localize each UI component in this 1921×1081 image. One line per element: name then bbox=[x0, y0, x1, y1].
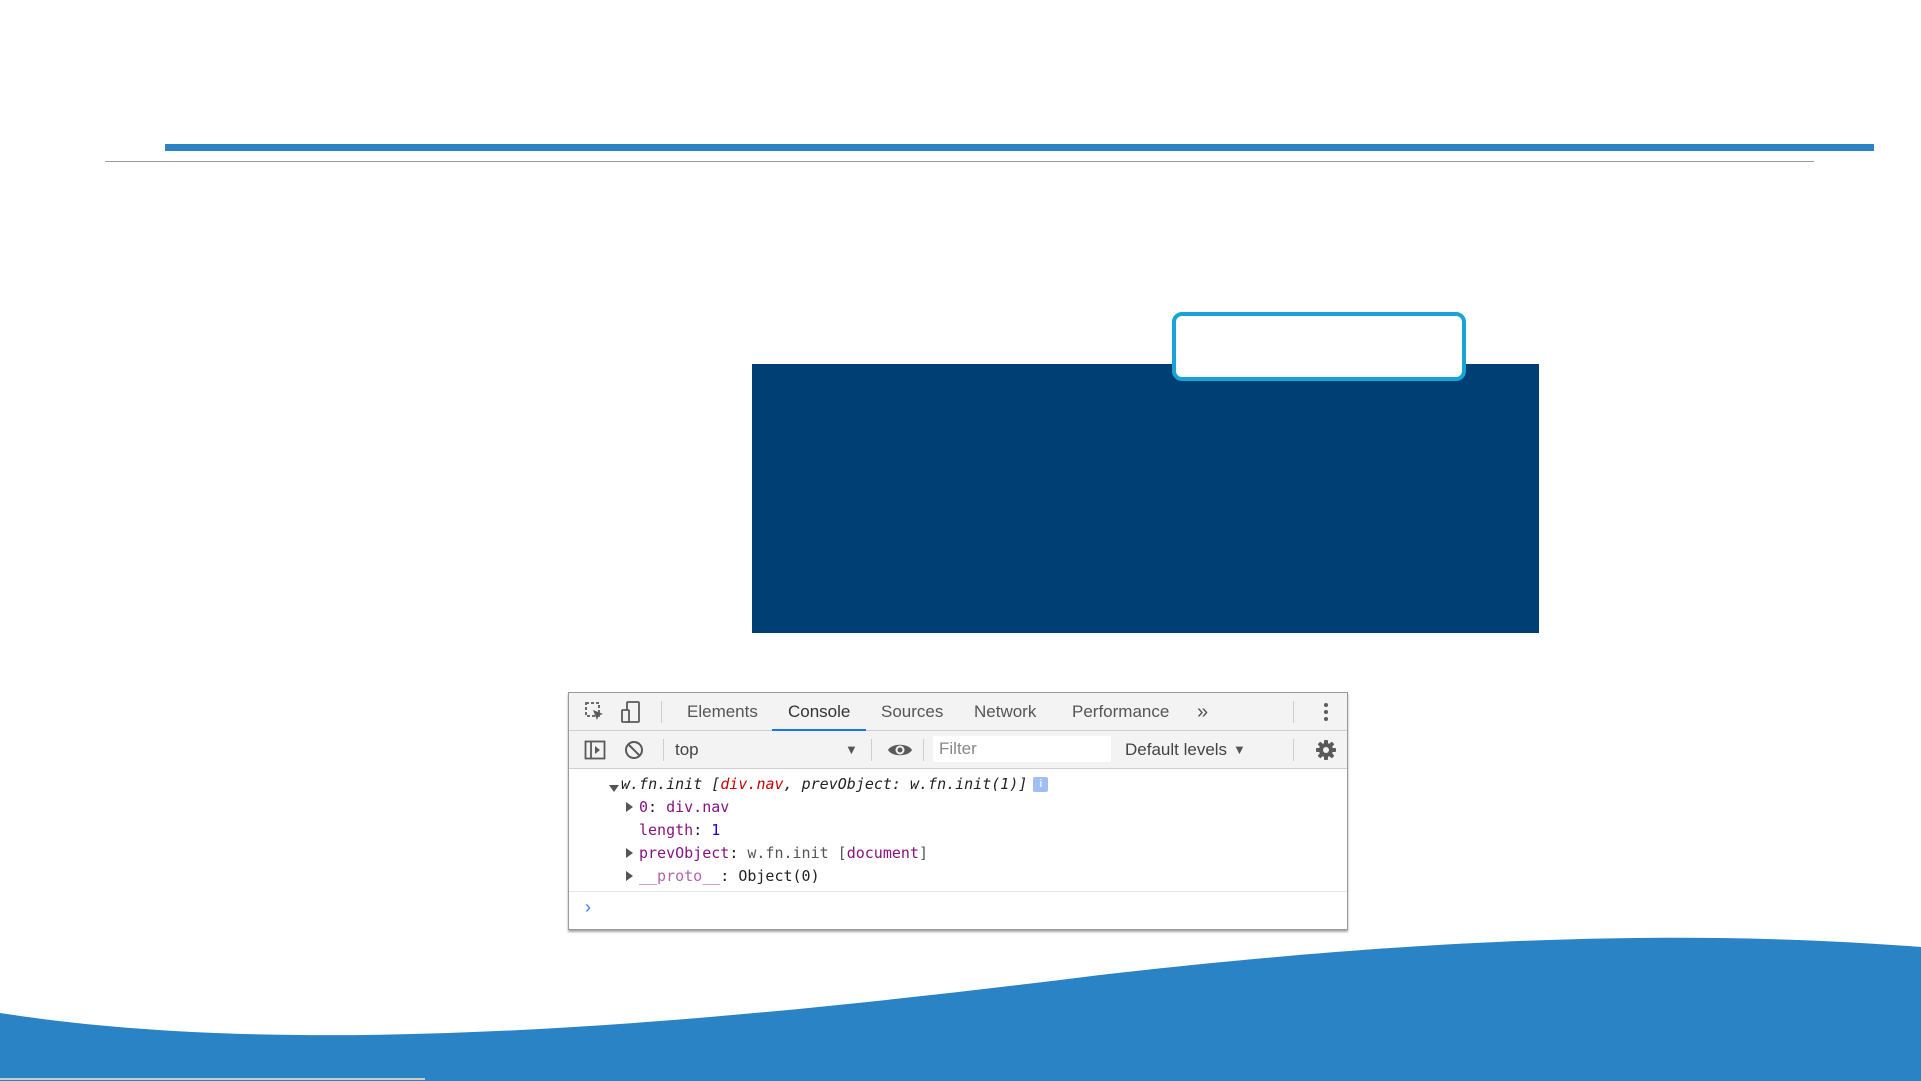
eye-icon[interactable] bbox=[887, 739, 913, 761]
context-selector[interactable]: top bbox=[675, 731, 699, 769]
expand-toggle-icon[interactable] bbox=[626, 871, 633, 881]
more-tabs-button[interactable]: » bbox=[1197, 693, 1208, 731]
inspect-element-icon[interactable] bbox=[583, 701, 607, 723]
console-line-property[interactable]: prevObject: w.fn.init [document] bbox=[639, 843, 928, 863]
expand-toggle-icon[interactable] bbox=[626, 848, 633, 858]
context-dropdown-icon[interactable]: ▼ bbox=[845, 731, 858, 769]
levels-dropdown-icon[interactable]: ▼ bbox=[1233, 731, 1246, 769]
expand-toggle-icon[interactable] bbox=[609, 785, 619, 792]
log-levels-dropdown[interactable]: Default levels bbox=[1125, 731, 1227, 769]
devtools-tab-bar: Elements Console Sources Network Perform… bbox=[569, 693, 1347, 732]
highlight-callout bbox=[1172, 312, 1466, 381]
console-filter-input[interactable] bbox=[933, 736, 1111, 762]
info-icon[interactable]: i bbox=[1033, 777, 1049, 792]
gear-icon[interactable] bbox=[1314, 738, 1338, 762]
device-toolbar-icon[interactable] bbox=[619, 700, 643, 724]
nav-preview-panel bbox=[752, 364, 1539, 633]
tab-performance[interactable]: Performance bbox=[1072, 693, 1169, 731]
slide-footer-line bbox=[0, 1078, 425, 1080]
tab-bar-separator bbox=[661, 701, 662, 723]
toolbar-separator bbox=[923, 739, 924, 761]
console-toolbar: top ▼ Default levels ▼ bbox=[569, 731, 1347, 769]
tab-sources[interactable]: Sources bbox=[881, 693, 943, 731]
clear-console-icon[interactable] bbox=[623, 739, 645, 761]
toolbar-separator bbox=[663, 739, 664, 761]
toolbar-separator bbox=[1293, 739, 1294, 761]
prompt-caret-icon: › bbox=[585, 897, 591, 917]
tab-elements[interactable]: Elements bbox=[687, 693, 758, 731]
kebab-menu-icon[interactable] bbox=[1321, 701, 1331, 723]
console-line-property[interactable]: __proto__: Object(0) bbox=[639, 866, 820, 886]
header-divider bbox=[105, 161, 1814, 162]
toolbar-separator bbox=[871, 739, 872, 761]
sidebar-toggle-icon[interactable] bbox=[583, 739, 607, 761]
console-output: w.fn.init [div.nav, prevObject: w.fn.ini… bbox=[569, 769, 1347, 931]
console-line-object[interactable]: w.fn.init [div.nav, prevObject: w.fn.ini… bbox=[621, 774, 1049, 794]
tab-console[interactable]: Console bbox=[771, 693, 867, 732]
console-prompt[interactable]: › bbox=[569, 891, 1347, 927]
tab-bar-separator bbox=[1293, 701, 1294, 723]
expand-toggle-icon[interactable] bbox=[626, 802, 633, 812]
devtools-panel: Elements Console Sources Network Perform… bbox=[568, 692, 1348, 930]
console-line-property[interactable]: 0: div.nav bbox=[639, 797, 729, 817]
tab-network[interactable]: Network bbox=[974, 693, 1036, 731]
header-accent-bar bbox=[165, 144, 1874, 151]
console-line-property: length: 1 bbox=[639, 821, 721, 839]
